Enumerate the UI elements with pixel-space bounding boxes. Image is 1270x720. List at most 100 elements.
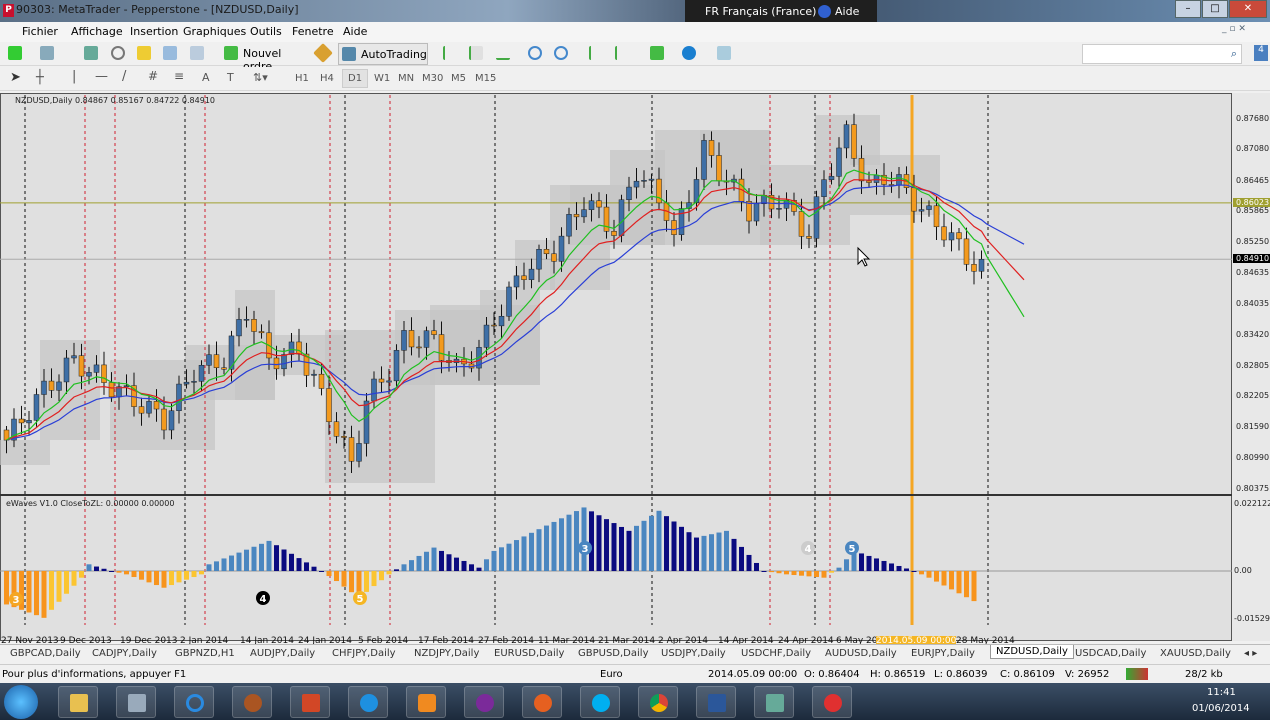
candle [918,209,925,212]
candle [948,232,955,241]
histogram-bar [671,521,677,571]
chart-tabs: GBPCAD,Daily CADJPY,Daily GBPNZD,H1 AUDJPY,… [0,644,1270,664]
chart-tab[interactable]: CHFJPY,Daily [332,648,396,659]
histogram-bar [169,571,174,586]
price-tick-label: 0.86465 [1236,175,1270,185]
status-bar: Pour plus d'informations, appuyer F1 Eur… [0,664,1270,683]
candle [806,236,812,239]
candle [56,381,62,391]
histogram-bar [881,560,887,571]
histogram-bar [709,534,714,571]
histogram-bar [911,571,917,572]
powerpoint-icon[interactable] [290,686,330,718]
histogram-bar [949,571,954,590]
sync-icon[interactable] [174,686,214,718]
histogram-bar [874,558,879,571]
chart-tab[interactable]: USDCHF,Daily [741,648,811,659]
histogram-bar [4,571,9,605]
candle [213,354,220,368]
price-marker-label: 0.86023 [1233,197,1270,207]
start-button[interactable] [4,685,38,719]
media-player-icon[interactable] [406,686,446,718]
status-traffic: 28/2 kb [1185,669,1223,680]
histogram-bar [491,550,497,571]
chrome-icon[interactable] [638,686,678,718]
candle [536,249,542,270]
chart-tab[interactable]: USDCAD,Daily [1075,648,1146,659]
histogram-bar [409,560,414,571]
candle [341,436,347,438]
histogram-bar [199,571,204,575]
recorder-icon[interactable] [812,686,852,718]
wave-label-badge: 3 [9,592,23,606]
histogram-bar [559,518,564,571]
internet-explorer-icon[interactable] [348,686,388,718]
candle [611,231,617,236]
skype-icon[interactable] [580,686,620,718]
histogram-bar [844,559,849,571]
candle [333,421,340,437]
histogram-bar [889,563,894,571]
connection-icon [1126,668,1148,680]
histogram-bar [904,568,909,571]
histogram-bar [596,515,602,571]
candle [618,199,625,236]
chart-tab[interactable]: AUDUSD,Daily [825,648,897,659]
histogram-bar [686,532,692,571]
chart-tab[interactable]: NZDJPY,Daily [414,648,479,659]
histogram-bar [829,571,834,573]
price-tick-label: 0.81590 [1236,422,1270,432]
histogram-bar [244,549,249,571]
histogram-bar [229,555,234,571]
candle [866,180,872,183]
yahoo-messenger-icon[interactable] [464,686,504,718]
clock-time[interactable]: 11:41 [1207,687,1236,698]
candle [348,437,355,462]
histogram-bar [26,571,32,613]
candle [971,264,977,272]
candle [378,378,385,383]
chart-tab[interactable]: AUDJPY,Daily [250,648,315,659]
price-tick-label: 0.82805 [1236,360,1270,370]
wave-label-badge: 5 [845,541,859,555]
histogram-bar [386,571,392,575]
metatrader-icon[interactable] [754,686,794,718]
chart-tab[interactable]: EURUSD,Daily [494,648,564,659]
candle [26,420,32,424]
chart-tab[interactable]: USDJPY,Daily [661,648,726,659]
firefox-icon[interactable] [522,686,562,718]
photos-icon[interactable] [116,686,156,718]
price-tick-label: 0.80990 [1236,452,1270,462]
price-tick-label: 0.84035 [1236,298,1270,308]
histogram-bar [769,571,774,573]
chart-tab[interactable]: GBPCAD,Daily [10,648,81,659]
histogram-bar [274,545,279,571]
chart-tab[interactable]: GBPUSD,Daily [578,648,649,659]
clock-date[interactable]: 01/06/2014 [1192,703,1250,714]
histogram-bar [71,571,77,586]
candle [243,319,250,321]
word-icon[interactable] [696,686,736,718]
price-tick-label: 0.85250 [1236,237,1270,247]
chart-tab[interactable]: CADJPY,Daily [92,648,157,659]
chart-tab[interactable]: EURJPY,Daily [911,648,975,659]
candle [963,238,970,265]
price-tick-label: 0.82205 [1236,391,1270,401]
histogram-bar [604,519,609,571]
explorer-icon[interactable] [58,686,98,718]
status-high: H: 0.86519 [870,669,926,680]
media-icon[interactable] [232,686,272,718]
candle [161,408,167,431]
histogram-bar [364,571,369,592]
candle [48,380,55,391]
histogram-bar [506,543,512,571]
histogram-bar [416,555,422,571]
histogram-bar [641,520,647,571]
histogram-bar [859,553,864,571]
chart-tab[interactable]: GBPNZD,H1 [175,648,235,659]
chart-tab[interactable]: XAUUSD,Daily [1160,648,1231,659]
histogram-bar [784,571,789,575]
candle [423,330,430,348]
chart-tab[interactable]: NZDUSD,Daily [990,645,1074,659]
tab-scroll-arrows[interactable]: ◂ ▸ [1244,648,1257,659]
